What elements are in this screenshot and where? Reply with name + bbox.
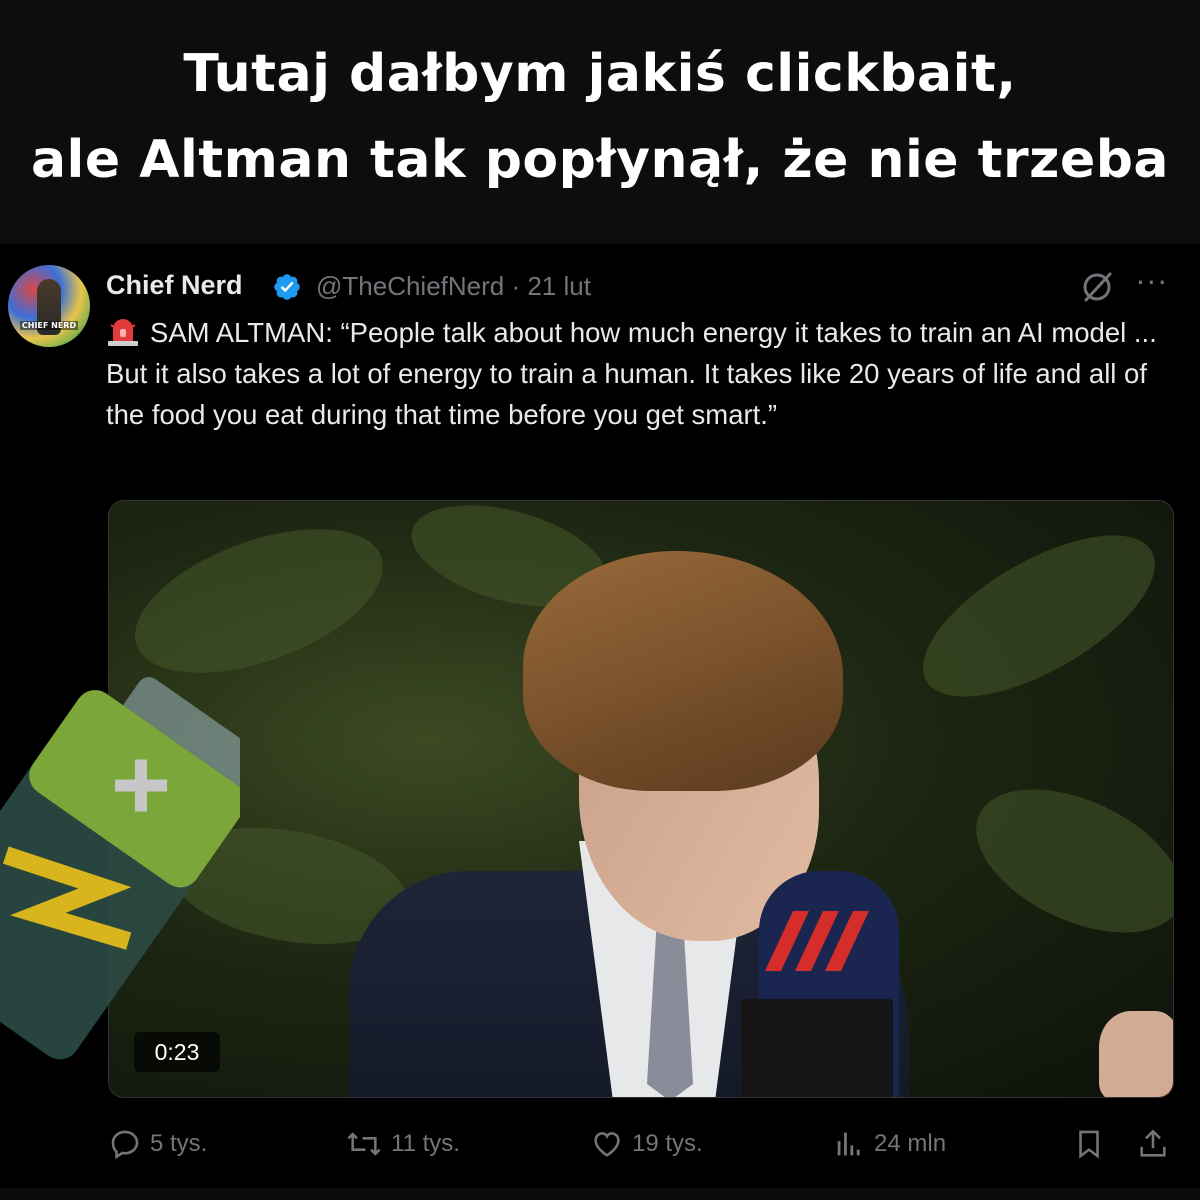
reply-icon [111,1130,139,1160]
reply-button[interactable]: 5 tys. [108,1120,207,1168]
author-handle[interactable]: @TheChiefNerd · 21 lut [316,271,591,302]
bookmark-icon [1079,1130,1099,1159]
author-name[interactable]: Chief Nerd [106,270,243,301]
headline-line-1: Tutaj dałbym jakiś clickbait, [183,44,1017,104]
share-button[interactable] [1136,1120,1178,1168]
repost-count: 11 tys. [391,1130,460,1157]
headline-line-2: ale Altman tak popłynął, że nie trzeba [30,130,1170,190]
like-button[interactable]: 19 tys. [590,1120,703,1168]
mic-flag-box [741,999,893,1097]
background-foliage [898,503,1173,729]
more-options-icon[interactable]: ··· [1136,266,1169,299]
tweet-text-content: SAM ALTMAN: “People talk about how much … [106,317,1157,430]
analytics-icon [837,1132,860,1156]
grok-icon[interactable] [1080,270,1114,304]
tweet-action-bar: 5 tys. 11 tys. 19 tys. 24 mln [0,1120,1200,1170]
verified-badge-icon [274,274,300,300]
background-foliage [953,760,1173,962]
avatar[interactable]: CHIEF NERD [8,265,90,347]
tweet-text: SAM ALTMAN: “People talk about how much … [106,312,1176,435]
siren-emoji-icon [108,319,138,346]
meme-headline: Tutaj dałbym jakiś clickbait, ale Altman… [0,0,1200,244]
bookmark-button[interactable] [1072,1120,1114,1168]
video-player[interactable] [108,500,1174,1098]
share-icon [1140,1129,1166,1157]
heart-icon [594,1132,620,1157]
avatar-label: CHIEF NERD [20,321,78,330]
repost-button[interactable]: 11 tys. [345,1120,460,1168]
repost-icon [347,1132,381,1156]
speaker-hair [523,551,843,791]
reply-count: 5 tys. [150,1130,208,1157]
views-count: 24 mln [874,1130,947,1157]
like-count: 19 tys. [632,1130,703,1157]
battery-icon [0,677,240,1060]
views-button[interactable]: 24 mln [832,1120,946,1168]
speaker-hand [1099,1011,1173,1097]
